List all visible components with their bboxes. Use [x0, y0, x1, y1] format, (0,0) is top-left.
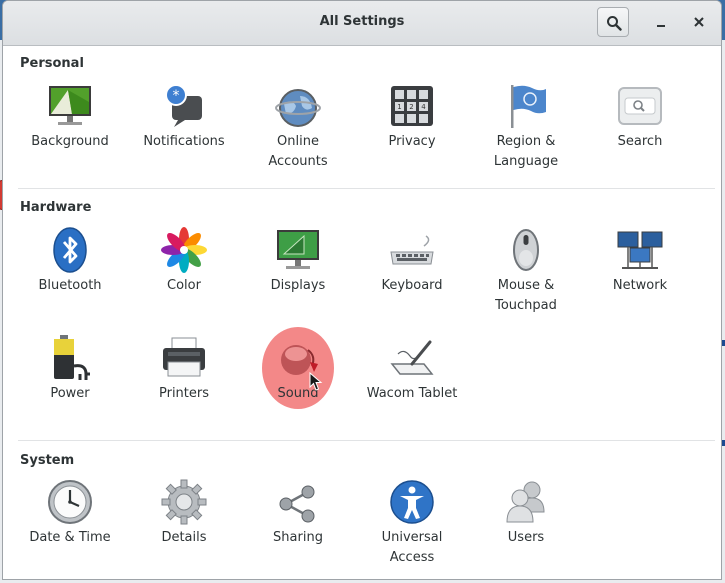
universal-access-icon: [388, 478, 436, 526]
panel-online-accounts[interactable]: Online Accounts: [241, 82, 355, 172]
network-icon: [616, 226, 664, 274]
bluetooth-icon: [46, 226, 94, 274]
sharing-icon: [274, 478, 322, 526]
svg-text:2: 2: [409, 103, 413, 111]
printer-icon: [160, 334, 208, 382]
settings-window: All Settings Personal Background * Notif…: [2, 0, 722, 580]
panel-label: Network: [612, 278, 668, 293]
color-icon: [160, 226, 208, 274]
keyboard-icon: [388, 226, 436, 274]
panel-network[interactable]: Network: [583, 226, 697, 296]
panel-notifications[interactable]: * Notifications: [127, 82, 241, 152]
panel-background[interactable]: Background: [13, 82, 127, 152]
panel-sharing[interactable]: Sharing: [241, 478, 355, 548]
panel-mouse-touchpad[interactable]: Mouse & Touchpad: [469, 226, 583, 316]
panel-label: Online Accounts: [268, 134, 328, 169]
clock-icon: [46, 478, 94, 526]
section-title-hardware: Hardware: [20, 200, 92, 215]
panel-date-time[interactable]: Date & Time: [13, 478, 127, 548]
panel-printers[interactable]: Printers: [127, 334, 241, 404]
section-title-system: System: [20, 453, 75, 468]
panel-bluetooth[interactable]: Bluetooth: [13, 226, 127, 296]
panel-label: Search: [617, 134, 663, 149]
background-icon: [46, 82, 94, 130]
panel-label: Displays: [270, 278, 326, 293]
panel-privacy[interactable]: 124 Privacy: [355, 82, 469, 152]
panel-region-language[interactable]: Region & Language: [469, 82, 583, 172]
panel-label: Privacy: [388, 134, 436, 149]
panel-label: Notifications: [143, 134, 225, 149]
panel-label: Bluetooth: [38, 278, 102, 293]
search-settings-icon: [616, 82, 664, 130]
panel-label: Mouse & Touchpad: [495, 278, 557, 313]
panel-label: Color: [167, 278, 201, 293]
panel-displays[interactable]: Displays: [241, 226, 355, 296]
search-icon: [607, 16, 622, 31]
minimize-button[interactable]: [650, 11, 672, 33]
online-accounts-icon: [274, 82, 322, 130]
panel-label: Power: [50, 386, 90, 401]
panel-details[interactable]: Details: [127, 478, 241, 548]
panel-label: Details: [161, 530, 207, 545]
close-icon: [694, 17, 704, 27]
displays-icon: [274, 226, 322, 274]
panel-label: Region & Language: [493, 134, 559, 169]
title-bar[interactable]: All Settings: [3, 1, 721, 46]
panel-label: Printers: [158, 386, 210, 401]
panel-universal-access[interactable]: Universal Access: [355, 478, 469, 568]
svg-text:*: *: [173, 88, 180, 104]
section-separator: [18, 440, 715, 441]
panel-power[interactable]: Power: [13, 334, 127, 404]
panel-label: Wacom Tablet: [366, 386, 458, 401]
panel-users[interactable]: Users: [469, 478, 583, 548]
power-icon: [46, 334, 94, 382]
close-button[interactable]: [688, 11, 710, 33]
panel-sound[interactable]: Sound: [241, 334, 355, 404]
panel-wacom-tablet[interactable]: Wacom Tablet: [355, 334, 469, 404]
section-title-personal: Personal: [20, 56, 84, 71]
panel-keyboard[interactable]: Keyboard: [355, 226, 469, 296]
panel-label: Keyboard: [381, 278, 443, 293]
mouse-icon: [502, 226, 550, 274]
mouse-cursor-icon: [309, 372, 323, 391]
settings-panel-grid: Personal Background * Notifications Onli…: [3, 46, 721, 579]
panel-color[interactable]: Color: [127, 226, 241, 296]
region-language-icon: [502, 82, 550, 130]
minimize-icon: [657, 25, 665, 27]
users-icon: [502, 478, 550, 526]
gear-icon: [160, 478, 208, 526]
panel-label: Date & Time: [29, 530, 111, 545]
notifications-icon: *: [160, 82, 208, 130]
section-separator: [18, 188, 715, 189]
panel-label: Universal Access: [381, 530, 443, 565]
search-button[interactable]: [597, 7, 629, 37]
wacom-tablet-icon: [388, 334, 436, 382]
panel-search[interactable]: Search: [583, 82, 697, 152]
privacy-icon: 124: [388, 82, 436, 130]
panel-label: Sound: [277, 386, 319, 401]
svg-text:1: 1: [397, 103, 401, 111]
panel-label: Users: [507, 530, 545, 545]
panel-label: Sharing: [273, 530, 323, 545]
svg-text:4: 4: [421, 103, 426, 111]
panel-label: Background: [31, 134, 109, 149]
